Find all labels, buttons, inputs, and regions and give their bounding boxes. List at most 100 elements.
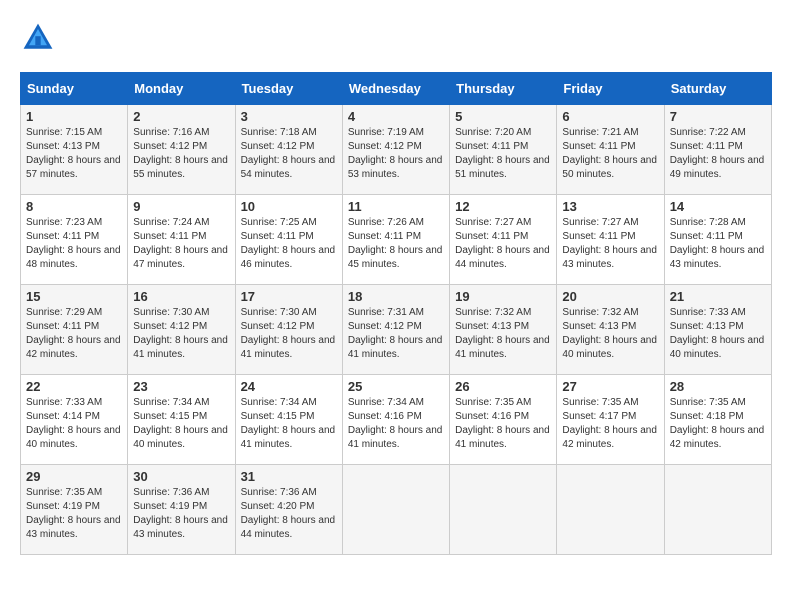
daylight-label: Daylight: 8 hours and 46 minutes. <box>241 245 336 270</box>
sunset-label: Sunset: 4:14 PM <box>26 411 100 422</box>
calendar-cell: 24 Sunrise: 7:34 AM Sunset: 4:15 PM Dayl… <box>235 375 342 465</box>
sunrise-label: Sunrise: 7:21 AM <box>562 127 638 138</box>
calendar-cell: 19 Sunrise: 7:32 AM Sunset: 4:13 PM Dayl… <box>450 285 557 375</box>
day-number: 6 <box>562 109 658 124</box>
day-info: Sunrise: 7:19 AM Sunset: 4:12 PM Dayligh… <box>348 126 444 182</box>
calendar-cell <box>664 465 771 555</box>
daylight-label: Daylight: 8 hours and 43 minutes. <box>670 245 765 270</box>
sunrise-label: Sunrise: 7:30 AM <box>241 307 317 318</box>
calendar-cell: 20 Sunrise: 7:32 AM Sunset: 4:13 PM Dayl… <box>557 285 664 375</box>
day-number: 5 <box>455 109 551 124</box>
calendar-cell: 18 Sunrise: 7:31 AM Sunset: 4:12 PM Dayl… <box>342 285 449 375</box>
day-number: 23 <box>133 379 229 394</box>
sunset-label: Sunset: 4:15 PM <box>241 411 315 422</box>
day-info: Sunrise: 7:35 AM Sunset: 4:18 PM Dayligh… <box>670 396 766 452</box>
sunset-label: Sunset: 4:11 PM <box>26 321 99 332</box>
day-info: Sunrise: 7:36 AM Sunset: 4:20 PM Dayligh… <box>241 486 337 542</box>
calendar-cell: 21 Sunrise: 7:33 AM Sunset: 4:13 PM Dayl… <box>664 285 771 375</box>
day-info: Sunrise: 7:33 AM Sunset: 4:13 PM Dayligh… <box>670 306 766 362</box>
sunset-label: Sunset: 4:11 PM <box>26 231 99 242</box>
sunrise-label: Sunrise: 7:23 AM <box>26 217 102 228</box>
sunrise-label: Sunrise: 7:31 AM <box>348 307 424 318</box>
daylight-label: Daylight: 8 hours and 40 minutes. <box>133 425 228 450</box>
sunset-label: Sunset: 4:17 PM <box>562 411 636 422</box>
page-header <box>20 20 772 56</box>
daylight-label: Daylight: 8 hours and 40 minutes. <box>562 335 657 360</box>
day-number: 3 <box>241 109 337 124</box>
daylight-label: Daylight: 8 hours and 42 minutes. <box>562 425 657 450</box>
day-number: 2 <box>133 109 229 124</box>
day-info: Sunrise: 7:34 AM Sunset: 4:15 PM Dayligh… <box>241 396 337 452</box>
logo-icon <box>20 20 56 56</box>
sunset-label: Sunset: 4:18 PM <box>670 411 744 422</box>
day-number: 20 <box>562 289 658 304</box>
daylight-label: Daylight: 8 hours and 41 minutes. <box>455 425 550 450</box>
sunrise-label: Sunrise: 7:27 AM <box>455 217 531 228</box>
day-info: Sunrise: 7:32 AM Sunset: 4:13 PM Dayligh… <box>455 306 551 362</box>
day-number: 4 <box>348 109 444 124</box>
sunrise-label: Sunrise: 7:34 AM <box>348 397 424 408</box>
calendar-header-row: SundayMondayTuesdayWednesdayThursdayFrid… <box>21 73 772 105</box>
day-number: 11 <box>348 199 444 214</box>
day-number: 21 <box>670 289 766 304</box>
day-info: Sunrise: 7:22 AM Sunset: 4:11 PM Dayligh… <box>670 126 766 182</box>
calendar-week-row: 29 Sunrise: 7:35 AM Sunset: 4:19 PM Dayl… <box>21 465 772 555</box>
sunrise-label: Sunrise: 7:15 AM <box>26 127 102 138</box>
daylight-label: Daylight: 8 hours and 50 minutes. <box>562 155 657 180</box>
day-number: 26 <box>455 379 551 394</box>
calendar-cell: 15 Sunrise: 7:29 AM Sunset: 4:11 PM Dayl… <box>21 285 128 375</box>
sunrise-label: Sunrise: 7:29 AM <box>26 307 102 318</box>
day-info: Sunrise: 7:35 AM Sunset: 4:17 PM Dayligh… <box>562 396 658 452</box>
day-number: 14 <box>670 199 766 214</box>
day-info: Sunrise: 7:31 AM Sunset: 4:12 PM Dayligh… <box>348 306 444 362</box>
day-info: Sunrise: 7:27 AM Sunset: 4:11 PM Dayligh… <box>562 216 658 272</box>
sunset-label: Sunset: 4:16 PM <box>455 411 529 422</box>
daylight-label: Daylight: 8 hours and 41 minutes. <box>241 425 336 450</box>
daylight-label: Daylight: 8 hours and 41 minutes. <box>133 335 228 360</box>
sunrise-label: Sunrise: 7:35 AM <box>455 397 531 408</box>
sunrise-label: Sunrise: 7:33 AM <box>26 397 102 408</box>
daylight-label: Daylight: 8 hours and 55 minutes. <box>133 155 228 180</box>
sunrise-label: Sunrise: 7:36 AM <box>241 487 317 498</box>
daylight-label: Daylight: 8 hours and 54 minutes. <box>241 155 336 180</box>
sunset-label: Sunset: 4:12 PM <box>133 321 207 332</box>
calendar-cell <box>342 465 449 555</box>
day-number: 24 <box>241 379 337 394</box>
col-header-thursday: Thursday <box>450 73 557 105</box>
sunrise-label: Sunrise: 7:36 AM <box>133 487 209 498</box>
day-info: Sunrise: 7:35 AM Sunset: 4:19 PM Dayligh… <box>26 486 122 542</box>
sunset-label: Sunset: 4:12 PM <box>241 321 315 332</box>
calendar-cell <box>450 465 557 555</box>
day-number: 9 <box>133 199 229 214</box>
sunset-label: Sunset: 4:11 PM <box>348 231 421 242</box>
calendar-cell: 31 Sunrise: 7:36 AM Sunset: 4:20 PM Dayl… <box>235 465 342 555</box>
sunrise-label: Sunrise: 7:22 AM <box>670 127 746 138</box>
day-number: 16 <box>133 289 229 304</box>
day-info: Sunrise: 7:34 AM Sunset: 4:16 PM Dayligh… <box>348 396 444 452</box>
day-number: 17 <box>241 289 337 304</box>
day-info: Sunrise: 7:30 AM Sunset: 4:12 PM Dayligh… <box>241 306 337 362</box>
sunrise-label: Sunrise: 7:32 AM <box>562 307 638 318</box>
calendar-cell: 28 Sunrise: 7:35 AM Sunset: 4:18 PM Dayl… <box>664 375 771 465</box>
day-info: Sunrise: 7:25 AM Sunset: 4:11 PM Dayligh… <box>241 216 337 272</box>
daylight-label: Daylight: 8 hours and 44 minutes. <box>455 245 550 270</box>
sunrise-label: Sunrise: 7:19 AM <box>348 127 424 138</box>
sunset-label: Sunset: 4:19 PM <box>133 501 207 512</box>
sunrise-label: Sunrise: 7:18 AM <box>241 127 317 138</box>
sunrise-label: Sunrise: 7:24 AM <box>133 217 209 228</box>
sunrise-label: Sunrise: 7:25 AM <box>241 217 317 228</box>
day-info: Sunrise: 7:16 AM Sunset: 4:12 PM Dayligh… <box>133 126 229 182</box>
day-number: 18 <box>348 289 444 304</box>
calendar-cell: 4 Sunrise: 7:19 AM Sunset: 4:12 PM Dayli… <box>342 105 449 195</box>
sunset-label: Sunset: 4:16 PM <box>348 411 422 422</box>
day-info: Sunrise: 7:26 AM Sunset: 4:11 PM Dayligh… <box>348 216 444 272</box>
col-header-friday: Friday <box>557 73 664 105</box>
sunrise-label: Sunrise: 7:26 AM <box>348 217 424 228</box>
day-info: Sunrise: 7:35 AM Sunset: 4:16 PM Dayligh… <box>455 396 551 452</box>
sunset-label: Sunset: 4:13 PM <box>26 141 100 152</box>
sunset-label: Sunset: 4:11 PM <box>133 231 206 242</box>
sunset-label: Sunset: 4:13 PM <box>455 321 529 332</box>
calendar-week-row: 22 Sunrise: 7:33 AM Sunset: 4:14 PM Dayl… <box>21 375 772 465</box>
calendar-week-row: 15 Sunrise: 7:29 AM Sunset: 4:11 PM Dayl… <box>21 285 772 375</box>
sunrise-label: Sunrise: 7:35 AM <box>562 397 638 408</box>
